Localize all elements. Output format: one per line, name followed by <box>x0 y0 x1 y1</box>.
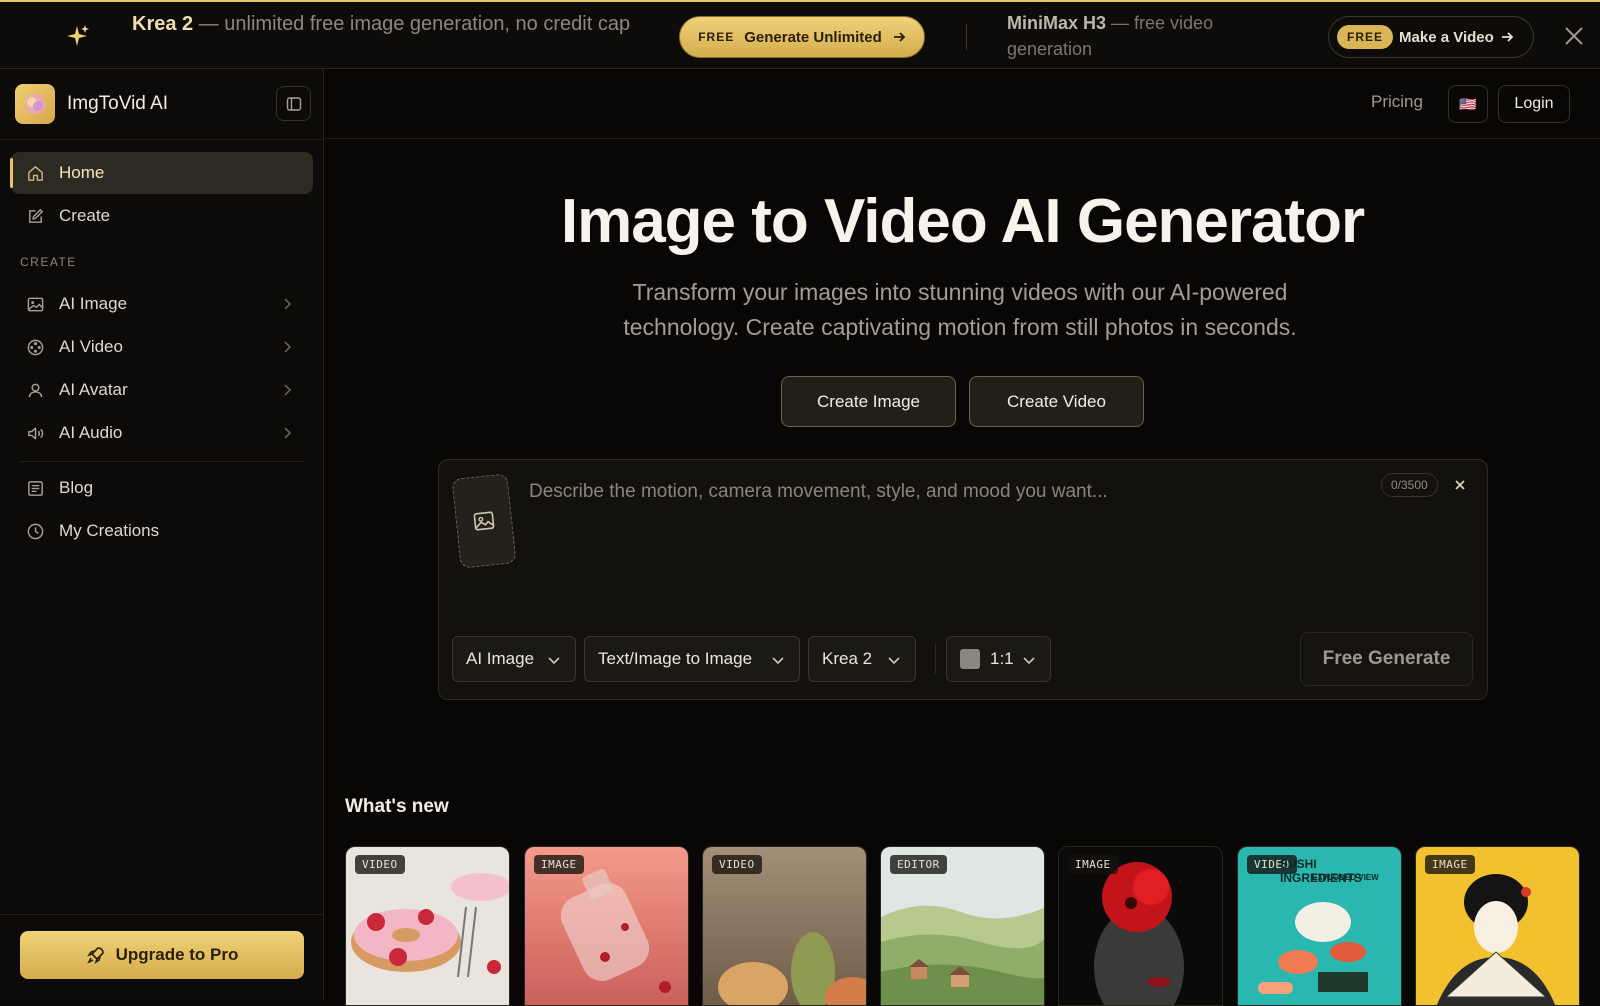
brand-logo <box>15 84 55 124</box>
promo2-text: MiniMax H3 — free video generation <box>1007 13 1214 59</box>
page-title: Image to Video AI Generator <box>560 187 1365 256</box>
aspect-ratio-select[interactable]: 1:1 <box>946 636 1051 682</box>
card-tag: EDITOR <box>890 855 947 874</box>
sidebar-item-ai-audio[interactable]: AI Audio <box>11 412 313 454</box>
prompt-panel: 0/3500 AI Image Text/Image to Image Krea… <box>438 459 1488 700</box>
newspaper-icon <box>28 480 43 496</box>
clear-icon[interactable] <box>1451 476 1469 494</box>
promo1-text: Krea 2 — unlimited free image generation… <box>132 13 631 35</box>
arrow-right-icon <box>893 32 906 42</box>
chevron-down-icon <box>888 657 900 665</box>
sparkles-icon <box>67 25 89 46</box>
chevron-down-icon <box>772 657 784 665</box>
sidebar-divider <box>20 461 304 462</box>
brand[interactable]: ImgToVid AI <box>15 84 168 124</box>
whats-new-card[interactable]: IMAGE <box>1415 846 1580 1006</box>
promo-banner: Krea 2 — unlimited free image generation… <box>0 0 1600 69</box>
language-selector[interactable]: 🇺🇸 <box>1448 85 1488 123</box>
make-a-video-button[interactable]: FREE Make a Video <box>1328 16 1534 58</box>
whats-new-card[interactable]: VIDEO SUSHI INGREDIENTS EXPLODED VIEW <box>1237 846 1402 1006</box>
mode-select[interactable]: AI Image <box>452 636 576 682</box>
toolbar-divider <box>935 644 936 674</box>
image-icon <box>473 511 495 531</box>
rocket-icon <box>86 947 104 964</box>
sidebar-toggle-button[interactable] <box>276 86 311 121</box>
card-tag: IMAGE <box>1425 855 1475 874</box>
chevron-down-icon <box>1023 657 1035 665</box>
chevron-right-icon <box>284 341 292 353</box>
generation-type-select[interactable]: Text/Image to Image <box>584 636 800 682</box>
whats-new-card[interactable]: EDITOR <box>880 846 1045 1006</box>
free-badge: FREE <box>698 30 735 44</box>
pricing-link[interactable]: Pricing <box>1371 92 1423 112</box>
whats-new-card[interactable]: IMAGE <box>524 846 689 1006</box>
banner-divider <box>966 24 967 50</box>
close-icon[interactable] <box>1562 24 1586 48</box>
card-subtitle-text: EXPLODED VIEW <box>1312 873 1379 882</box>
edit-icon <box>29 208 44 223</box>
aspect-ratio-swatch <box>960 649 980 669</box>
sidebar-item-ai-video[interactable]: AI Video <box>11 326 313 368</box>
card-tag: VIDEO <box>355 855 405 874</box>
sidebar-divider <box>0 914 324 915</box>
whats-new-heading: What's new <box>345 796 449 817</box>
section-label-create: CREATE <box>20 255 77 269</box>
sidebar-toggle-icon <box>286 96 301 111</box>
card-tag: VIDEO <box>712 855 762 874</box>
character-counter: 0/3500 <box>1381 473 1438 497</box>
brand-name: ImgToVid AI <box>67 93 169 114</box>
sidebar-item-create[interactable]: Create <box>11 195 313 237</box>
us-flag-icon: 🇺🇸 <box>1459 95 1477 112</box>
sidebar-item-home[interactable]: Home <box>10 152 313 194</box>
whats-new-card[interactable]: IMAGE <box>1058 846 1223 1006</box>
speaker-icon <box>28 427 44 439</box>
model-select[interactable]: Krea 2 <box>808 636 916 682</box>
whats-new-card[interactable]: VIDEO <box>702 846 867 1006</box>
image-icon <box>27 297 44 311</box>
chevron-right-icon <box>284 384 292 396</box>
generate-unlimited-button[interactable]: FREE Generate Unlimited <box>679 16 925 58</box>
clock-icon <box>27 523 44 539</box>
film-reel-icon <box>27 339 44 355</box>
create-video-button[interactable]: Create Video <box>969 376 1144 427</box>
prompt-input[interactable] <box>529 478 1349 506</box>
arrow-right-icon <box>1501 32 1514 42</box>
free-badge: FREE <box>1337 25 1394 49</box>
sidebar-item-blog[interactable]: Blog <box>11 467 313 509</box>
sidebar-item-my-creations[interactable]: My Creations <box>11 510 313 552</box>
sidebar-divider <box>0 139 324 140</box>
sidebar: ImgToVid AI Home Create CREATE AI Image … <box>0 69 324 1000</box>
card-tag: IMAGE <box>534 855 584 874</box>
create-image-button[interactable]: Create Image <box>781 376 956 427</box>
upgrade-to-pro-button[interactable]: Upgrade to Pro <box>20 931 304 979</box>
chevron-right-icon <box>284 427 292 439</box>
home-icon <box>28 165 43 181</box>
chevron-down-icon <box>548 657 560 665</box>
login-button[interactable]: Login <box>1498 85 1570 123</box>
sidebar-item-ai-avatar[interactable]: AI Avatar <box>11 369 313 411</box>
chevron-right-icon <box>284 298 292 310</box>
whats-new-card[interactable]: VIDEO <box>345 846 510 1006</box>
top-header: Pricing 🇺🇸 Login <box>325 69 1600 139</box>
image-upload-button[interactable] <box>451 473 517 569</box>
page-subtitle: Transform your images into stunning vide… <box>623 279 1297 340</box>
card-tag: IMAGE <box>1068 855 1118 874</box>
user-icon <box>28 383 43 397</box>
sidebar-item-ai-image[interactable]: AI Image <box>11 283 313 325</box>
free-generate-button[interactable]: Free Generate <box>1300 632 1473 686</box>
